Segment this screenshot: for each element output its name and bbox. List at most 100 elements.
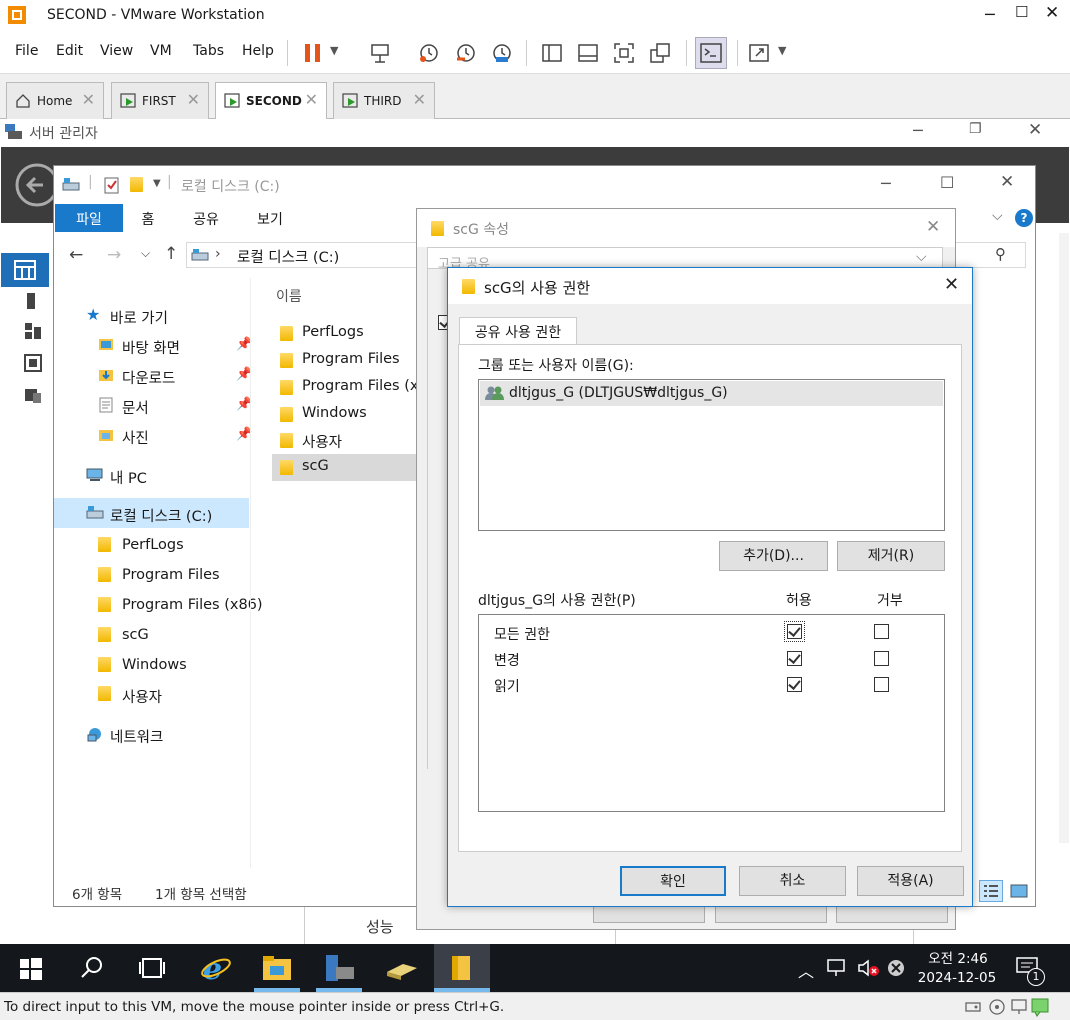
chevron-down-icon[interactable]: ▼: [153, 178, 161, 189]
task-view-icon[interactable]: [139, 957, 165, 979]
close-button[interactable]: ✕: [1000, 172, 1014, 192]
clock-time[interactable]: 오전 2:46: [918, 947, 998, 967]
nav-documents[interactable]: 문서 📌: [98, 393, 252, 421]
recent-locations-icon[interactable]: ⌵: [141, 246, 150, 261]
chevron-down-icon[interactable]: ⌵: [916, 249, 927, 265]
ribbon-tab-view[interactable]: 보기: [248, 204, 292, 232]
deny-full-control-checkbox[interactable]: [874, 624, 889, 639]
ribbon-tab-home[interactable]: 홈: [133, 204, 163, 232]
close-button[interactable]: ✕: [1045, 3, 1059, 23]
close-icon[interactable]: ✕: [187, 90, 200, 109]
sidebar-view-icon[interactable]: [541, 42, 563, 64]
search-icon[interactable]: [80, 956, 104, 980]
tab-first[interactable]: FIRST ✕: [111, 82, 209, 119]
search-icon[interactable]: ⚲: [995, 245, 1006, 263]
minimize-button[interactable]: ─: [985, 5, 995, 24]
minimize-button[interactable]: ─: [913, 121, 923, 140]
close-icon[interactable]: ✕: [413, 90, 426, 109]
chevron-down-icon[interactable]: ▼: [778, 44, 786, 57]
chevron-up-icon[interactable]: ︿: [798, 958, 814, 982]
volume-muted-icon[interactable]: [857, 958, 881, 978]
new-folder-quick-icon[interactable]: [130, 177, 143, 196]
file-explorer-icon[interactable]: [262, 954, 292, 982]
local-server-icon[interactable]: [25, 291, 37, 311]
close-button[interactable]: ✕: [1028, 120, 1042, 140]
network-status-icon[interactable]: [826, 958, 848, 978]
snapshot-icon[interactable]: [418, 42, 440, 64]
deny-change-checkbox[interactable]: [874, 651, 889, 666]
nav-pictures[interactable]: 사진 📌: [98, 423, 252, 451]
maximize-button[interactable]: ❐: [969, 121, 982, 137]
hard-disk-icon[interactable]: [964, 999, 982, 1015]
close-button[interactable]: ✕: [944, 274, 959, 295]
scrollbar[interactable]: [1059, 233, 1069, 843]
back-arrow-icon[interactable]: ←: [69, 245, 83, 265]
cancel-button[interactable]: 취소: [739, 866, 846, 896]
apply-button[interactable]: 적용(A): [857, 866, 964, 896]
up-arrow-icon[interactable]: ↑: [164, 244, 178, 264]
minimize-button[interactable]: ─: [881, 174, 891, 193]
console-view-icon[interactable]: [695, 37, 727, 69]
windows-start-icon[interactable]: [20, 958, 42, 980]
add-button[interactable]: 추가(D)...: [719, 541, 828, 571]
tab-share-permissions[interactable]: 공유 사용 권한: [459, 317, 577, 345]
network-adapter-icon[interactable]: [1010, 998, 1028, 1016]
clock-date[interactable]: 2024-12-05: [914, 970, 1000, 986]
storage-icon[interactable]: [23, 385, 43, 405]
tab-third[interactable]: THIRD ✕: [333, 82, 435, 119]
maximize-button[interactable]: ☐: [1015, 3, 1028, 21]
unity-icon[interactable]: [649, 42, 671, 64]
folder-icon[interactable]: [450, 954, 474, 982]
close-button[interactable]: ✕: [926, 217, 940, 237]
menu-file[interactable]: File: [15, 43, 38, 59]
guest-screen[interactable]: 서버 관리자 ─ ❐ ✕ 성능 | ▼ | 로컬 디스크 (C:) ─ ☐ ✕ …: [1, 119, 1069, 944]
control-panel-icon[interactable]: [385, 956, 419, 982]
pause-icon[interactable]: [302, 42, 324, 64]
nav-desktop[interactable]: 바탕 화면 📌: [98, 333, 252, 361]
menu-view[interactable]: View: [100, 43, 133, 59]
allow-read-checkbox[interactable]: [787, 677, 802, 692]
thumbnail-view-icon[interactable]: [577, 42, 599, 64]
deny-read-checkbox[interactable]: [874, 677, 889, 692]
tab-home[interactable]: Home ✕: [6, 82, 104, 119]
cd-rom-icon[interactable]: [988, 998, 1006, 1016]
tab-second[interactable]: SECOND ✕: [215, 82, 327, 120]
maximize-button[interactable]: ☐: [940, 173, 954, 192]
fullscreen-icon[interactable]: [613, 42, 635, 64]
ribbon-tab-share[interactable]: 공유: [184, 204, 228, 232]
dashboard-icon[interactable]: [1, 253, 49, 287]
message-log-icon[interactable]: [1030, 997, 1050, 1017]
properties-quick-icon[interactable]: [104, 176, 120, 194]
internet-explorer-icon[interactable]: e: [200, 952, 232, 984]
snapshot-manager-icon[interactable]: [491, 42, 513, 64]
chevron-down-icon[interactable]: ▼: [330, 44, 338, 57]
all-servers-icon[interactable]: [23, 321, 43, 341]
nav-downloads[interactable]: 다운로드 📌: [98, 363, 252, 391]
folder-icon: [280, 380, 293, 395]
large-icons-view-icon[interactable]: [1009, 882, 1029, 900]
menu-help[interactable]: Help: [242, 43, 274, 59]
revert-snapshot-icon[interactable]: [455, 42, 477, 64]
list-item-selected[interactable]: dltjgus_G (DLTJGUS₩dltjgus_G): [480, 381, 943, 406]
server-manager-icon[interactable]: [324, 953, 356, 983]
file-services-icon[interactable]: [23, 353, 43, 373]
ok-button[interactable]: 확인: [620, 866, 726, 896]
chevron-down-icon[interactable]: ⌵: [992, 208, 1003, 224]
allow-full-control-checkbox[interactable]: [787, 624, 802, 639]
details-view-icon[interactable]: [979, 880, 1003, 902]
allow-change-checkbox[interactable]: [787, 651, 802, 666]
user-list[interactable]: dltjgus_G (DLTJGUS₩dltjgus_G): [478, 379, 945, 531]
column-header-name[interactable]: 이름: [276, 286, 302, 306]
help-icon[interactable]: ?: [1015, 209, 1033, 227]
action-center-x-icon[interactable]: [886, 958, 906, 978]
stretch-icon[interactable]: [748, 42, 770, 64]
menu-edit[interactable]: Edit: [56, 43, 83, 59]
menu-vm[interactable]: VM: [150, 43, 172, 59]
close-icon[interactable]: ✕: [82, 90, 95, 109]
send-ctrl-alt-del-icon[interactable]: [369, 42, 391, 64]
menu-tabs[interactable]: Tabs: [193, 43, 224, 59]
ribbon-tab-file[interactable]: 파일: [55, 204, 123, 232]
forward-arrow-icon[interactable]: →: [107, 245, 121, 265]
remove-button[interactable]: 제거(R): [837, 541, 945, 571]
close-icon[interactable]: ✕: [305, 90, 318, 109]
